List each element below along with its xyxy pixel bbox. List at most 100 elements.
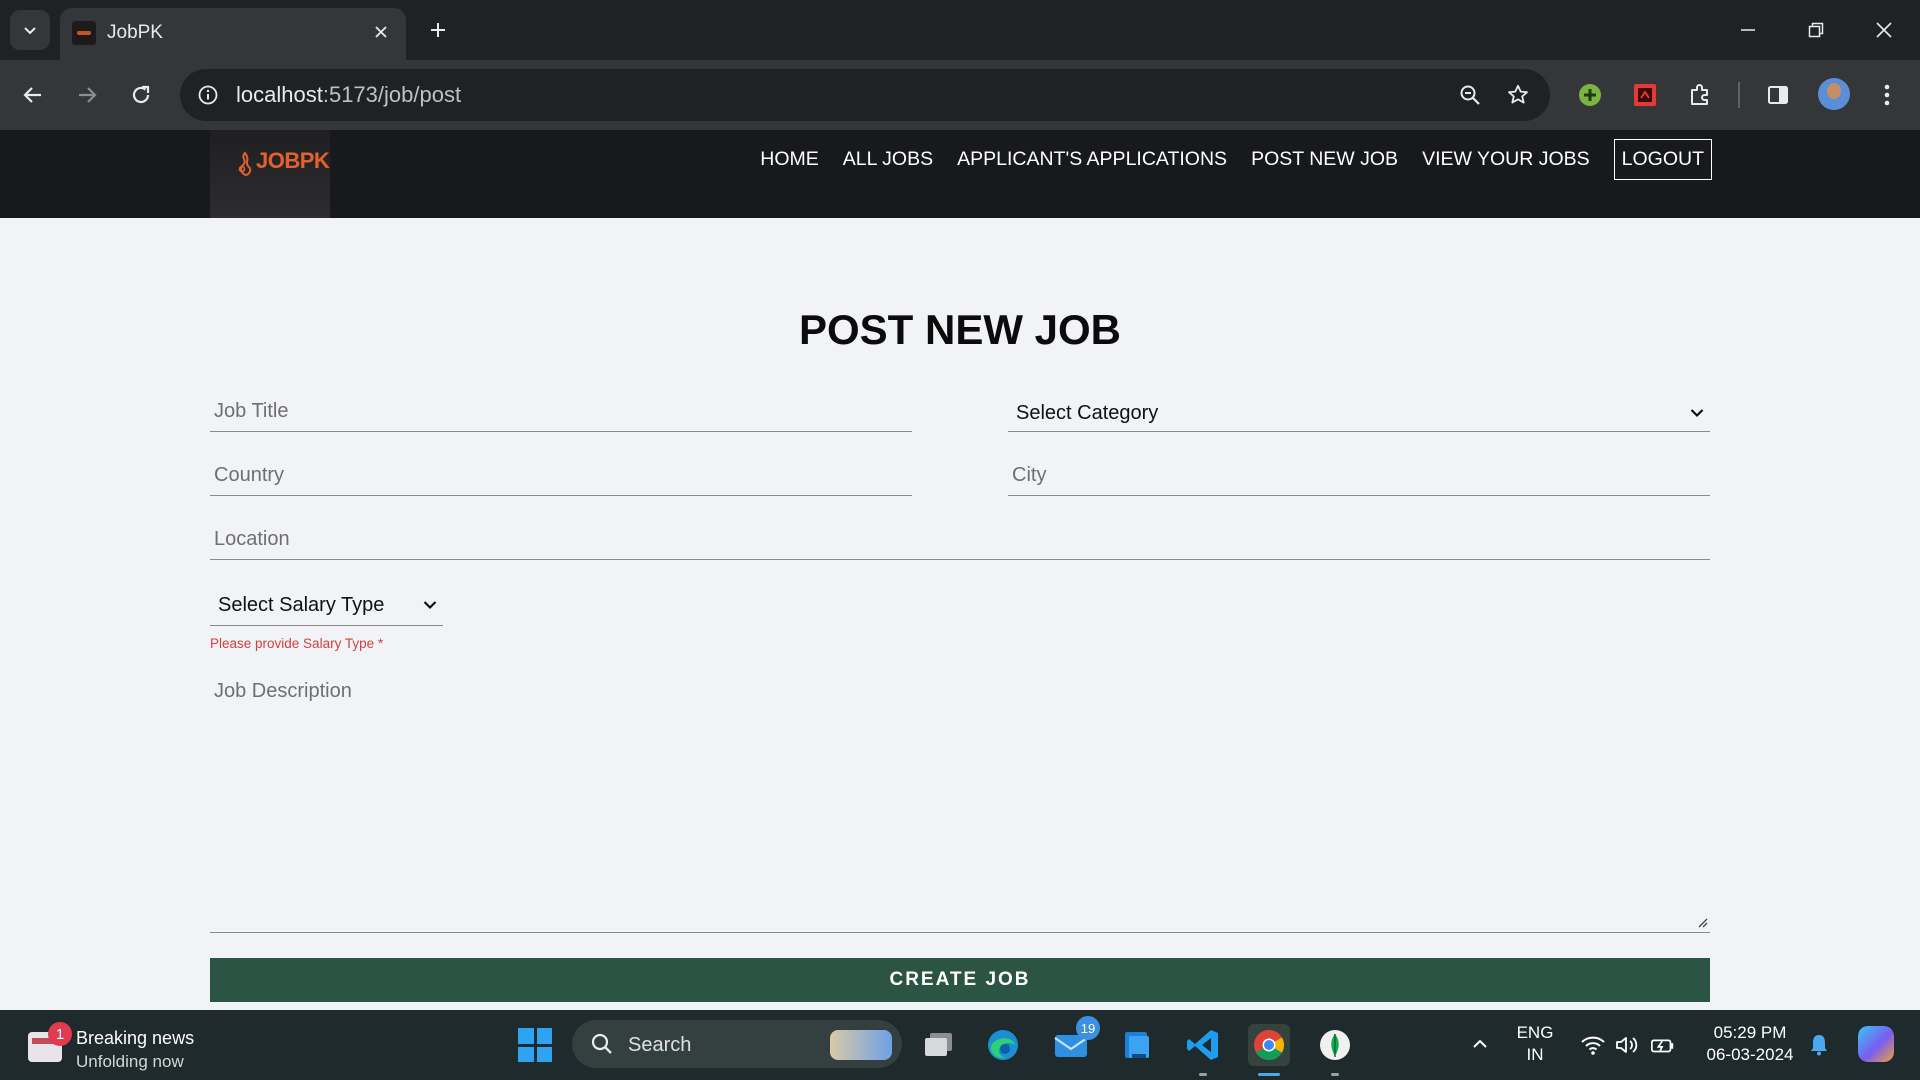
zoom-button[interactable] [1454, 79, 1486, 111]
page-title: POST NEW JOB [798, 306, 1122, 353]
active-indicator [1258, 1073, 1280, 1076]
tab-title: JobPK [107, 22, 163, 43]
address-bar[interactable]: localhost:5173/job/post [180, 69, 1550, 121]
star-icon [1508, 84, 1528, 104]
bookmark-button[interactable] [1502, 79, 1534, 111]
taskbar-vscode[interactable] [1182, 1024, 1224, 1076]
nav-post-job-link[interactable]: POST NEW JOB [1251, 148, 1398, 171]
chevron-down-icon [24, 27, 36, 35]
logo-icon [238, 151, 252, 177]
puzzle-icon [1691, 84, 1708, 105]
resize-grip-icon[interactable] [1696, 916, 1708, 928]
search-icon [591, 1033, 612, 1054]
taskbar-search-label: Search [628, 1034, 692, 1056]
windows-taskbar: 1 Breaking news Unfolding now Search 19 … [0, 1010, 1920, 1080]
windows-logo-icon [518, 1046, 534, 1062]
language-indicator[interactable]: ENG IN [1510, 1022, 1560, 1066]
city-input[interactable] [1008, 456, 1710, 495]
close-window-button[interactable] [1856, 6, 1912, 54]
chevron-up-icon[interactable] [1470, 1034, 1490, 1054]
running-indicator [1199, 1073, 1207, 1076]
toolbar-separator [1738, 82, 1740, 108]
zoom-out-icon [1460, 85, 1480, 105]
job-title-field [210, 392, 912, 432]
nav-all-jobs-link[interactable]: ALL JOBS [843, 148, 933, 171]
battery-button[interactable] [1650, 1032, 1676, 1058]
salary-type-error: Please provide Salary Type * [210, 636, 384, 651]
extension-green-button[interactable] [1575, 80, 1605, 110]
tab-search-button[interactable] [10, 10, 50, 50]
new-tab-button[interactable] [418, 10, 458, 50]
minimize-icon [1741, 29, 1755, 31]
taskbar-mail[interactable]: 19 [1050, 1016, 1100, 1066]
notifications-button[interactable] [1806, 1032, 1832, 1058]
tab-close-button[interactable] [368, 19, 394, 45]
country-field [210, 456, 912, 496]
news-subtitle: Unfolding now [76, 1052, 184, 1071]
extensions-button[interactable] [1685, 80, 1715, 110]
wifi-icon [1581, 1036, 1605, 1055]
logout-button[interactable]: LOGOUT [1613, 138, 1712, 180]
url-path: :5173/job/post [322, 82, 462, 107]
system-clock[interactable]: 05:29 PM 06-03-2024 [1700, 1022, 1800, 1066]
url-host: localhost [236, 82, 323, 107]
forward-button[interactable] [66, 74, 108, 116]
minimize-button[interactable] [1720, 6, 1776, 54]
job-title-input[interactable] [210, 392, 912, 431]
side-panel-icon [1768, 86, 1788, 104]
category-select[interactable]: Select Category [1008, 392, 1710, 432]
profile-avatar[interactable] [1818, 78, 1850, 110]
news-widget[interactable]: 1 Breaking news Unfolding now [26, 1022, 226, 1072]
browser-toolbar: localhost:5173/job/post [0, 60, 1920, 130]
taskbar-chrome[interactable] [1248, 1024, 1290, 1076]
salary-type-select-value: Select Salary Type [218, 594, 385, 616]
site-info-button[interactable] [192, 79, 224, 111]
windows-logo-icon [536, 1028, 552, 1044]
restore-button[interactable] [1788, 6, 1844, 54]
chevron-down-icon [421, 598, 439, 612]
browser-tab-active[interactable]: JobPK [60, 8, 406, 60]
taskbar-mongodb[interactable] [1314, 1024, 1356, 1076]
clock-date: 06-03-2024 [1706, 1045, 1794, 1064]
create-job-button[interactable]: CREATE JOB [210, 958, 1710, 1002]
category-select-value: Select Category [1016, 402, 1159, 424]
location-input[interactable] [210, 520, 1710, 559]
restore-icon [1808, 22, 1824, 38]
start-button[interactable] [518, 1028, 552, 1062]
pdf-icon [1634, 84, 1656, 106]
country-input[interactable] [210, 456, 912, 495]
search-highlight-image [830, 1030, 892, 1060]
chevron-down-icon [1688, 406, 1706, 420]
reload-button[interactable] [120, 74, 162, 116]
more-vertical-icon [1884, 84, 1890, 106]
taskbar-edge[interactable] [982, 1024, 1024, 1066]
info-icon [198, 85, 218, 105]
nav-view-jobs-link[interactable]: VIEW YOUR JOBS [1422, 148, 1590, 171]
side-panel-button[interactable] [1763, 80, 1793, 110]
news-badge: 1 [48, 1022, 72, 1046]
wifi-button[interactable] [1580, 1032, 1606, 1058]
site-logo[interactable]: JOBPK [210, 130, 330, 218]
volume-button[interactable] [1614, 1032, 1640, 1058]
city-field [1008, 456, 1710, 496]
taskbar-files[interactable] [1116, 1024, 1158, 1066]
language-region: IN [1526, 1045, 1544, 1064]
vscode-icon [1187, 1030, 1218, 1060]
browser-tab-bar: JobPK [0, 0, 1920, 60]
taskbar-task-view[interactable] [918, 1024, 960, 1066]
windows-logo-icon [518, 1028, 534, 1044]
back-button[interactable] [12, 74, 54, 116]
arrow-left-icon [23, 87, 41, 103]
job-description-textarea[interactable] [210, 664, 1710, 932]
nav-home-link[interactable]: HOME [760, 148, 819, 171]
taskbar-search[interactable]: Search [572, 1020, 902, 1068]
copilot-icon[interactable] [1858, 1026, 1894, 1062]
nav-applications-link[interactable]: APPLICANT'S APPLICATIONS [957, 148, 1227, 171]
plus-icon [431, 23, 445, 37]
windows-logo-icon [536, 1046, 552, 1062]
salary-type-select[interactable]: Select Salary Type [210, 584, 443, 626]
mail-badge: 19 [1076, 1016, 1100, 1040]
close-icon [1876, 22, 1892, 38]
browser-menu-button[interactable] [1872, 78, 1902, 112]
extension-pdf-button[interactable] [1630, 80, 1660, 110]
